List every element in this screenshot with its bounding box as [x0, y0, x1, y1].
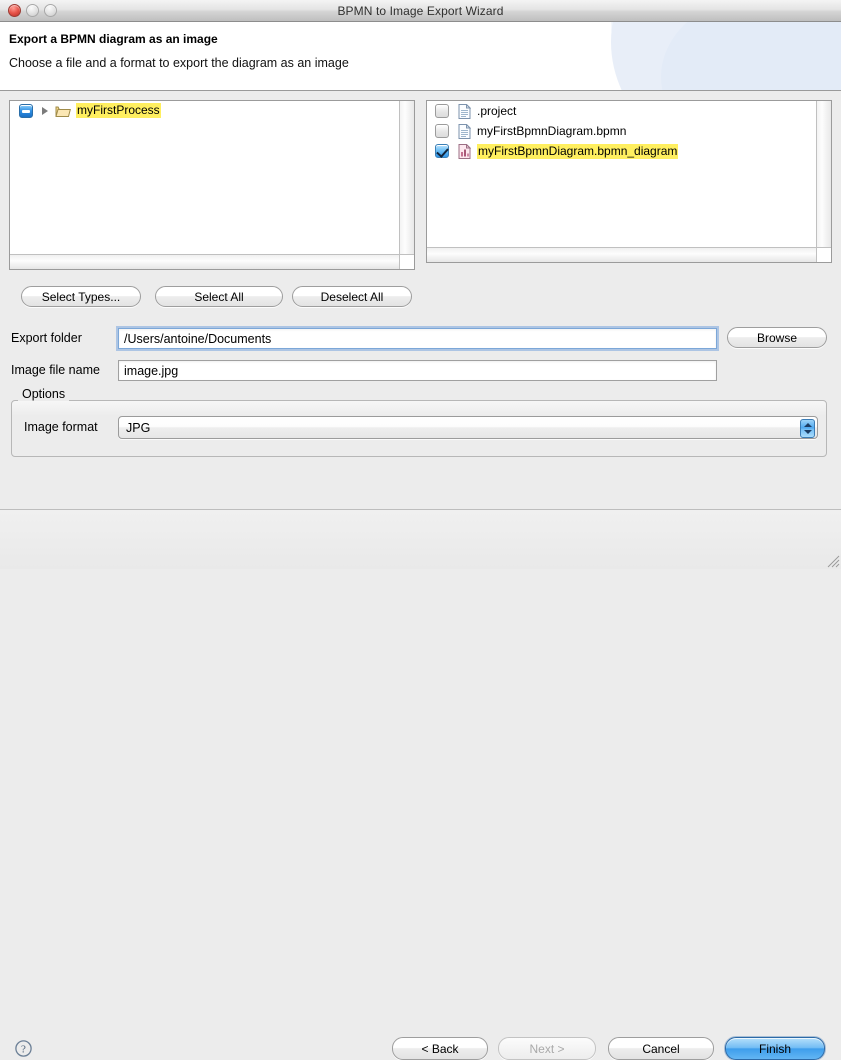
next-button: Next >	[498, 1037, 596, 1060]
wizard-footer: ? < Back Next > Cancel Finish	[0, 510, 841, 1060]
tree-checkbox-mixed[interactable]	[19, 103, 33, 118]
image-file-name-label: Image file name	[11, 363, 100, 377]
select-all-button[interactable]: Select All	[155, 286, 283, 307]
select-types-button[interactable]: Select Types...	[21, 286, 141, 307]
file-list-scrollbar-corner	[816, 247, 831, 262]
file-list[interactable]: .project myFirstBpmnDiagram.bpmn myFirst…	[427, 101, 816, 262]
file-checkbox-checked[interactable]	[435, 144, 449, 158]
file-list-vertical-scrollbar[interactable]	[816, 101, 831, 247]
file-icon	[458, 103, 471, 119]
file-label: .project	[477, 104, 517, 118]
wizard-content: myFirstProcess .project myFirstBpmnDiagr…	[0, 91, 841, 510]
window-titlebar: BPMN to Image Export Wizard	[0, 0, 841, 22]
tree-vertical-scrollbar[interactable]	[399, 101, 414, 254]
expand-triangle-icon[interactable]	[42, 106, 48, 115]
banner-subtitle: Choose a file and a format to export the…	[9, 56, 349, 70]
file-list-panel: .project myFirstBpmnDiagram.bpmn myFirst…	[426, 100, 832, 263]
wizard-banner: Export a BPMN diagram as an image Choose…	[0, 22, 841, 91]
cancel-button[interactable]: Cancel	[608, 1037, 714, 1060]
tree-row[interactable]: myFirstProcess	[10, 101, 399, 120]
export-folder-label: Export folder	[11, 331, 82, 345]
image-format-select[interactable]: JPG	[118, 416, 818, 439]
tree-scrollbar-corner	[399, 254, 414, 269]
image-format-label: Image format	[24, 420, 98, 434]
file-checkbox[interactable]	[435, 104, 449, 118]
file-label: myFirstBpmnDiagram.bpmn	[477, 124, 627, 138]
banner-title: Export a BPMN diagram as an image	[9, 32, 218, 46]
project-tree-list[interactable]: myFirstProcess	[10, 101, 399, 269]
window-title: BPMN to Image Export Wizard	[337, 3, 504, 18]
diagram-icon	[458, 143, 471, 159]
file-icon	[458, 123, 471, 139]
list-item[interactable]: myFirstBpmnDiagram.bpmn_diagram	[427, 141, 816, 161]
help-icon[interactable]: ?	[15, 1040, 32, 1057]
file-checkbox[interactable]	[435, 124, 449, 138]
resize-grip[interactable]	[824, 552, 840, 568]
browse-button[interactable]: Browse	[727, 327, 827, 348]
image-file-name-input[interactable]: image.jpg	[118, 360, 717, 381]
options-group-label: Options	[18, 387, 70, 401]
tree-item-label: myFirstProcess	[76, 103, 161, 118]
deselect-all-button[interactable]: Deselect All	[292, 286, 412, 307]
export-folder-input[interactable]: /Users/antoine/Documents	[118, 328, 717, 349]
list-item[interactable]: .project	[427, 101, 816, 121]
project-tree-panel: myFirstProcess	[9, 100, 415, 270]
tree-horizontal-scrollbar[interactable]	[10, 254, 399, 269]
image-format-value: JPG	[126, 420, 151, 435]
finish-button[interactable]: Finish	[725, 1037, 825, 1060]
file-list-horizontal-scrollbar[interactable]	[427, 247, 816, 262]
folder-icon	[55, 106, 71, 117]
back-button[interactable]: < Back	[392, 1037, 488, 1060]
file-label: myFirstBpmnDiagram.bpmn_diagram	[477, 143, 679, 159]
chevron-updown-icon[interactable]	[800, 419, 815, 438]
banner-wash-inner	[661, 22, 841, 90]
svg-text:?: ?	[21, 1043, 26, 1055]
list-item[interactable]: myFirstBpmnDiagram.bpmn	[427, 121, 816, 141]
